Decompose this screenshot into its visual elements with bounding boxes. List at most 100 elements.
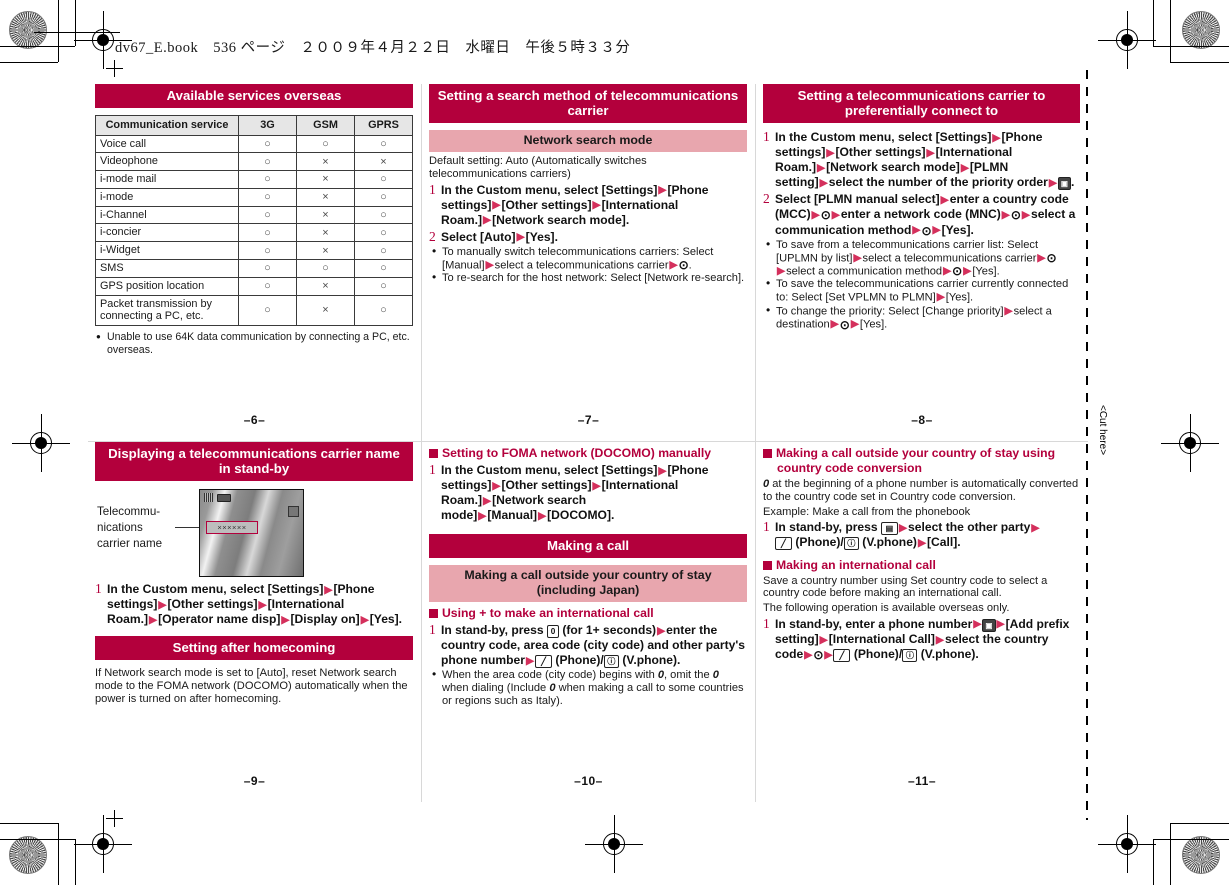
table-header-row: Communication service 3G GSM GPRS <box>95 115 413 136</box>
page-9-section2-title: Setting after homecoming <box>95 636 413 661</box>
arrow-icon: ▶ <box>492 199 501 212</box>
cell-gsm: × <box>296 187 355 207</box>
cell-3g: ○ <box>238 152 297 172</box>
arrow-icon: ▶ <box>804 648 813 661</box>
arrow-icon: ▶ <box>516 231 525 244</box>
i-key-icon: ⓘ <box>843 537 859 551</box>
cell-gprs: ○ <box>354 276 413 296</box>
registration-rosette-bottom-right <box>1182 836 1220 874</box>
arrow-icon: ▶ <box>1037 251 1046 264</box>
cell-service: Voice call <box>95 134 239 154</box>
talk-key-icon: ╱ <box>833 649 851 663</box>
select-key-icon: ⊙ <box>839 317 850 332</box>
camera-key-icon: ▣ <box>982 618 996 632</box>
heading-text: Setting to FOMA network (DOCOMO) manuall… <box>442 446 712 460</box>
crop-mark-right-outer <box>1170 0 1171 62</box>
table-row: i-Widget ○ × ○ <box>95 241 413 261</box>
cell-gprs: ○ <box>354 259 413 278</box>
arrow-icon: ▶ <box>936 291 945 304</box>
crop-mark-top-left-h2 <box>0 62 58 63</box>
center-mark-top <box>106 60 123 77</box>
folio-page-6: –6– <box>243 413 266 427</box>
registration-target-left-mid <box>12 414 70 472</box>
select-key-icon: ⊙ <box>1046 251 1057 266</box>
registration-rosette-bottom-left <box>9 836 47 874</box>
arrow-icon: ▶ <box>992 131 1001 144</box>
cell-gprs: ○ <box>354 134 413 154</box>
cell-gsm: × <box>296 223 355 243</box>
arrow-icon: ▶ <box>973 618 982 631</box>
step-number: 1 <box>763 615 770 631</box>
registration-rosette-top-right <box>1182 11 1220 49</box>
table-body: Voice call ○ ○ ○ Videophone ○ × × i-mode mail ○… <box>95 134 413 327</box>
page-6: Available services overseas Communicatio… <box>88 84 422 442</box>
arrow-icon: ▶ <box>669 258 678 271</box>
step-text: Select [Auto]▶[Yes]. <box>441 229 558 244</box>
cell-gsm: ○ <box>296 259 355 278</box>
arrow-icon: ▶ <box>819 176 828 189</box>
arrow-icon: ▶ <box>824 648 833 661</box>
manual-page: <Cut here> dv67_E.book 536 ページ ２００９年４月２２… <box>0 0 1229 885</box>
step-number: 1 <box>763 519 770 535</box>
page-11-sq2-text-b: The following operation is available ove… <box>763 602 1010 615</box>
page-8-title: Setting a telecommunications carrier to … <box>763 84 1080 123</box>
cell-service: i-Channel <box>95 205 239 225</box>
square-bullet-icon <box>763 449 772 458</box>
cell-3g: ○ <box>238 241 297 261</box>
page-9-section2-text: If Network search mode is set to [Auto],… <box>95 667 408 705</box>
i-key-icon: ⓘ <box>603 655 619 669</box>
cell-service: i-concier <box>95 223 239 243</box>
page-10-sq2-title: Using + to make an international call <box>429 606 747 621</box>
page-11: Making a call outside your country of st… <box>756 442 1088 802</box>
cell-service: i-Widget <box>95 241 239 261</box>
cell-gsm: ○ <box>296 134 355 154</box>
cell-3g: ○ <box>238 170 297 189</box>
table-row: i-mode mail ○ × ○ <box>95 170 413 189</box>
callout-leader-line <box>175 527 199 528</box>
arrow-icon: ▶ <box>811 208 820 221</box>
cell-3g: ○ <box>238 187 297 207</box>
arrow-icon: ▶ <box>817 161 826 174</box>
arrow-icon: ▶ <box>831 208 840 221</box>
folio-page-7: –7– <box>577 413 600 427</box>
crop-mark-right-inner <box>1153 0 1154 46</box>
select-key-icon: ⊙ <box>1010 208 1021 223</box>
zero-key-icon: 0 <box>546 625 559 639</box>
arrow-icon: ▶ <box>324 583 333 596</box>
cell-gsm: × <box>296 294 355 327</box>
arrow-icon: ▶ <box>819 633 828 646</box>
cell-gprs: ○ <box>354 223 413 243</box>
arrow-icon: ▶ <box>1031 521 1040 534</box>
crop-mark-top-right-h1 <box>1153 46 1229 47</box>
figure-callout-label: Telecommu-nications carrier name <box>97 505 163 550</box>
cell-3g: ○ <box>238 294 297 327</box>
arrow-icon: ▶ <box>149 613 158 626</box>
book-header-line: dv67_E.book 536 ページ ２００９年４月２２日 水曜日 午後５時３… <box>115 40 631 56</box>
arrow-icon: ▶ <box>996 618 1005 631</box>
table-row: GPS position location ○ × ○ <box>95 276 413 296</box>
page-7-bullets: To manually switch telecommunications ca… <box>429 245 747 285</box>
arrow-icon: ▶ <box>483 214 492 227</box>
step-number: 1 <box>95 581 102 596</box>
arrow-icon: ▶ <box>281 613 290 626</box>
i-key-icon: ⓘ <box>902 649 918 663</box>
list-item: To manually switch telecommunications ca… <box>429 245 747 272</box>
registration-target-bottom-center <box>585 815 643 873</box>
list-item: When the area code (city code) begins wi… <box>429 668 747 708</box>
col-header-gprs: GPRS <box>354 115 413 136</box>
registration-target-top-left <box>74 11 132 69</box>
camera-key-icon: ▣ <box>1057 177 1071 191</box>
arrow-icon: ▶ <box>1021 208 1030 221</box>
step-text: In the Custom menu, select [Settings]▶[P… <box>775 130 1075 191</box>
arrow-icon: ▶ <box>485 258 494 271</box>
arrow-icon: ▶ <box>1004 304 1013 317</box>
square-bullet-icon <box>429 449 438 458</box>
table-row: Videophone ○ × × <box>95 152 413 172</box>
page-11-sq2-title: Making an international call <box>763 558 1080 573</box>
arrow-icon: ▶ <box>478 509 487 522</box>
arrow-icon: ▶ <box>483 494 492 507</box>
cell-3g: ○ <box>238 134 297 154</box>
cell-gsm: × <box>296 152 355 172</box>
cell-service: i-mode mail <box>95 170 239 189</box>
cell-3g: ○ <box>238 276 297 296</box>
